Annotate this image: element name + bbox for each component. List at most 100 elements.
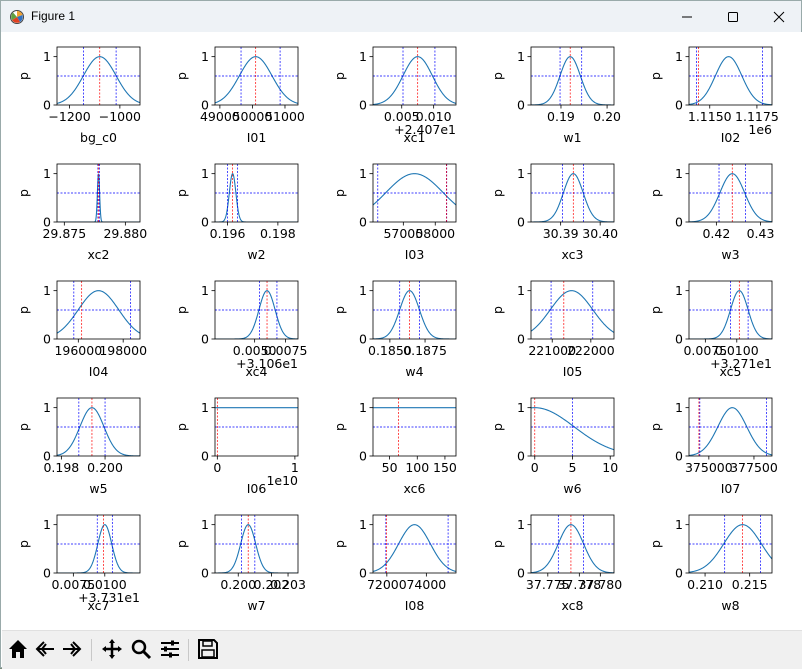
x-tick-label: 10 (602, 460, 618, 475)
save-button[interactable] (196, 637, 220, 661)
x-tick-label: 0.210 (687, 577, 723, 592)
subplot-I01: 01490005000051000I01p (174, 46, 305, 145)
x-axis-label: I06 (247, 481, 267, 496)
plot-area (57, 281, 140, 339)
y-tick-label: 1 (359, 517, 367, 532)
x-tick-label: 222000 (567, 343, 615, 358)
y-tick-label: 1 (201, 517, 209, 532)
x-axis-label: xc2 (87, 247, 109, 262)
x-axis-label: I02 (721, 130, 741, 145)
y-tick-label: 1 (359, 49, 367, 64)
x-tick-label: 0 (531, 460, 539, 475)
y-tick-label: 0 (359, 566, 367, 581)
plot-area (531, 515, 614, 573)
y-axis-label: p (16, 72, 31, 80)
maximize-button[interactable] (710, 1, 756, 32)
y-axis-label: p (648, 72, 663, 80)
y-axis-label: p (16, 540, 31, 548)
distribution-curve (57, 290, 140, 334)
x-tick-label: 0.203 (270, 577, 306, 592)
x-tick-label: 0.196 (210, 226, 246, 241)
subplot-I04: 0 1 196000198000 I04 p (16, 280, 147, 379)
x-axis-label: I05 (563, 364, 583, 379)
x-tick-label: 0.42 (702, 226, 730, 241)
subplots-grid: 01−1200 −1000bg_c0p 01490005000051000I01p 0… (16, 46, 779, 613)
y-axis-label: p (174, 306, 189, 314)
configure-subplots-button[interactable] (158, 637, 182, 661)
distribution-curve (373, 56, 456, 105)
home-button[interactable] (6, 637, 30, 661)
window-title: Figure 1 (31, 9, 76, 23)
minimize-button[interactable] (664, 1, 710, 32)
back-button[interactable] (33, 637, 57, 661)
distribution-curve (531, 173, 614, 222)
y-tick-label: 1 (201, 49, 209, 64)
subplot-w1: 0 1 0.19 0.20 w1 p (490, 46, 621, 145)
zoom-button[interactable] (129, 637, 153, 661)
figure-window: Figure 1 0 1 −1200 −1000 bg_c0 p 0 1 49000 50000 5… (0, 0, 802, 669)
y-tick-label: 1 (517, 166, 525, 181)
distribution-curve (373, 173, 456, 206)
y-tick-label: 1 (201, 283, 209, 298)
distribution-curve (215, 56, 298, 104)
toolbar-separator (91, 639, 92, 661)
subplot-w2: 0 1 0.196 0.198 w2 p (174, 163, 299, 262)
distribution-curve (689, 524, 772, 573)
plot-area (689, 164, 772, 222)
y-tick-label: 0 (201, 215, 209, 230)
subplot-bg_c0: 01−1200 −1000bg_c0p (16, 46, 141, 145)
y-tick-label: 0 (675, 215, 683, 230)
distribution-curve (373, 524, 456, 572)
y-tick-label: 1 (675, 400, 683, 415)
y-axis-label: p (332, 189, 347, 197)
axis-offset-text: +3.271e1 (710, 356, 772, 371)
y-tick-label: 0 (201, 449, 209, 464)
y-axis-label: p (174, 540, 189, 548)
y-tick-label: 1 (43, 49, 51, 64)
y-axis-label: p (332, 423, 347, 431)
configure-subplots-icon (161, 640, 179, 658)
x-axis-label: xc8 (561, 598, 583, 613)
y-tick-label: 1 (675, 166, 683, 181)
plot-area (215, 47, 298, 105)
y-tick-label: 0 (517, 98, 525, 113)
forward-button[interactable] (60, 637, 84, 661)
x-tick-label: 150 (433, 460, 457, 475)
subplot-xc3: 0 1 30.39 30.40 xc3 p (490, 163, 618, 262)
subplot-xc5: 010.00750.0100xc5p+3.271e1 (648, 280, 773, 379)
subplot-w7: 010.2000.2020.203w7p (174, 514, 306, 613)
subplot-w3: 0 1 0.42 0.43 w3 p (648, 163, 774, 262)
x-tick-label: 37.780 (578, 577, 622, 592)
y-tick-label: 1 (43, 400, 51, 415)
y-tick-label: 1 (675, 283, 683, 298)
y-tick-label: 1 (43, 283, 51, 298)
close-button[interactable] (756, 1, 802, 32)
pan-icon (102, 639, 122, 659)
y-axis-label: p (174, 189, 189, 197)
subplot-I02: 011.1150 1.1175I02p1e6 (648, 46, 779, 145)
x-tick-label: 1.1150 (688, 109, 732, 124)
y-axis-label: p (490, 423, 505, 431)
y-axis-label: p (648, 540, 663, 548)
y-tick-label: 0 (675, 98, 683, 113)
y-tick-label: 0 (517, 449, 525, 464)
y-tick-label: 1 (675, 517, 683, 532)
subplot-xc2: 0129.875 29.880xc2p (16, 163, 147, 262)
y-tick-label: 0 (359, 332, 367, 347)
y-axis-label: p (490, 189, 505, 197)
subplot-I05: 01221000222000I05p (490, 280, 615, 379)
subplot-xc8: 0137.77537.77837.780xc8p (490, 514, 622, 613)
y-tick-label: 0 (201, 332, 209, 347)
figure-canvas[interactable]: 0 1 −1200 −1000 bg_c0 p 0 1 49000 50000 51000 I01 p 0… (2, 32, 802, 630)
y-tick-label: 1 (517, 400, 525, 415)
pan-button[interactable] (100, 637, 124, 661)
x-tick-label: 375000 (685, 460, 733, 475)
x-tick-label: 72000 (367, 577, 407, 592)
axis-offset-text: +2.407e1 (394, 122, 456, 137)
y-tick-label: 0 (517, 215, 525, 230)
y-tick-label: 0 (675, 449, 683, 464)
distribution-curve (531, 290, 614, 333)
x-axis-label: I08 (405, 598, 425, 613)
y-tick-label: 1 (517, 283, 525, 298)
y-tick-label: 0 (675, 566, 683, 581)
